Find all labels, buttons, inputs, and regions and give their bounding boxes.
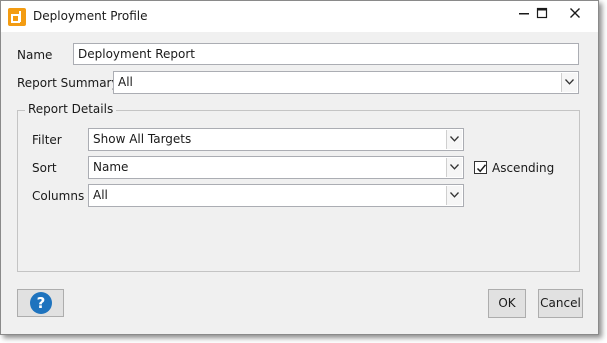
filter-value: Show All Targets [93,132,192,146]
report-details-legend: Report Details [25,102,117,116]
ascending-checkbox[interactable] [474,161,487,174]
window-title: Deployment Profile [33,9,148,23]
title-bar[interactable]: Deployment Profile [1,1,598,32]
ascending-label[interactable]: Ascending [492,161,554,175]
deployment-profile-dialog: Deployment Profile Name Deployment Repor… [0,0,599,335]
sort-label: Sort [32,161,57,175]
screenshot-canvas: Deployment Profile Name Deployment Repor… [0,0,607,343]
close-button[interactable] [558,1,592,25]
columns-dropdown-button[interactable] [446,186,462,205]
name-label: Name [17,48,53,62]
report-summary-select[interactable]: All [113,71,579,94]
chevron-down-icon [450,164,459,170]
filter-dropdown-button[interactable] [446,130,462,149]
chevron-down-icon [450,136,459,142]
chevron-down-icon [450,192,459,198]
chevron-down-icon [565,79,574,85]
name-input[interactable]: Deployment Report [73,43,579,65]
report-summary-label: Report Summary [17,76,119,90]
ok-button[interactable]: OK [488,289,526,318]
checkmark-icon [476,164,487,173]
app-icon [8,8,26,26]
maximize-button[interactable] [525,1,559,25]
help-button[interactable]: ? [17,289,64,317]
filter-select[interactable]: Show All Targets [88,128,464,151]
sort-dropdown-button[interactable] [446,158,462,177]
cancel-button[interactable]: Cancel [538,289,583,318]
sort-value: Name [93,160,129,174]
help-icon: ? [30,292,52,314]
report-summary-value: All [118,75,133,89]
filter-label: Filter [32,133,62,147]
columns-value: All [93,188,108,202]
columns-label: Columns [32,189,85,203]
maximize-icon [536,7,548,19]
columns-select[interactable]: All [88,184,464,207]
sort-select[interactable]: Name [88,156,464,179]
close-icon [570,8,580,18]
report-summary-dropdown-button[interactable] [561,73,577,92]
